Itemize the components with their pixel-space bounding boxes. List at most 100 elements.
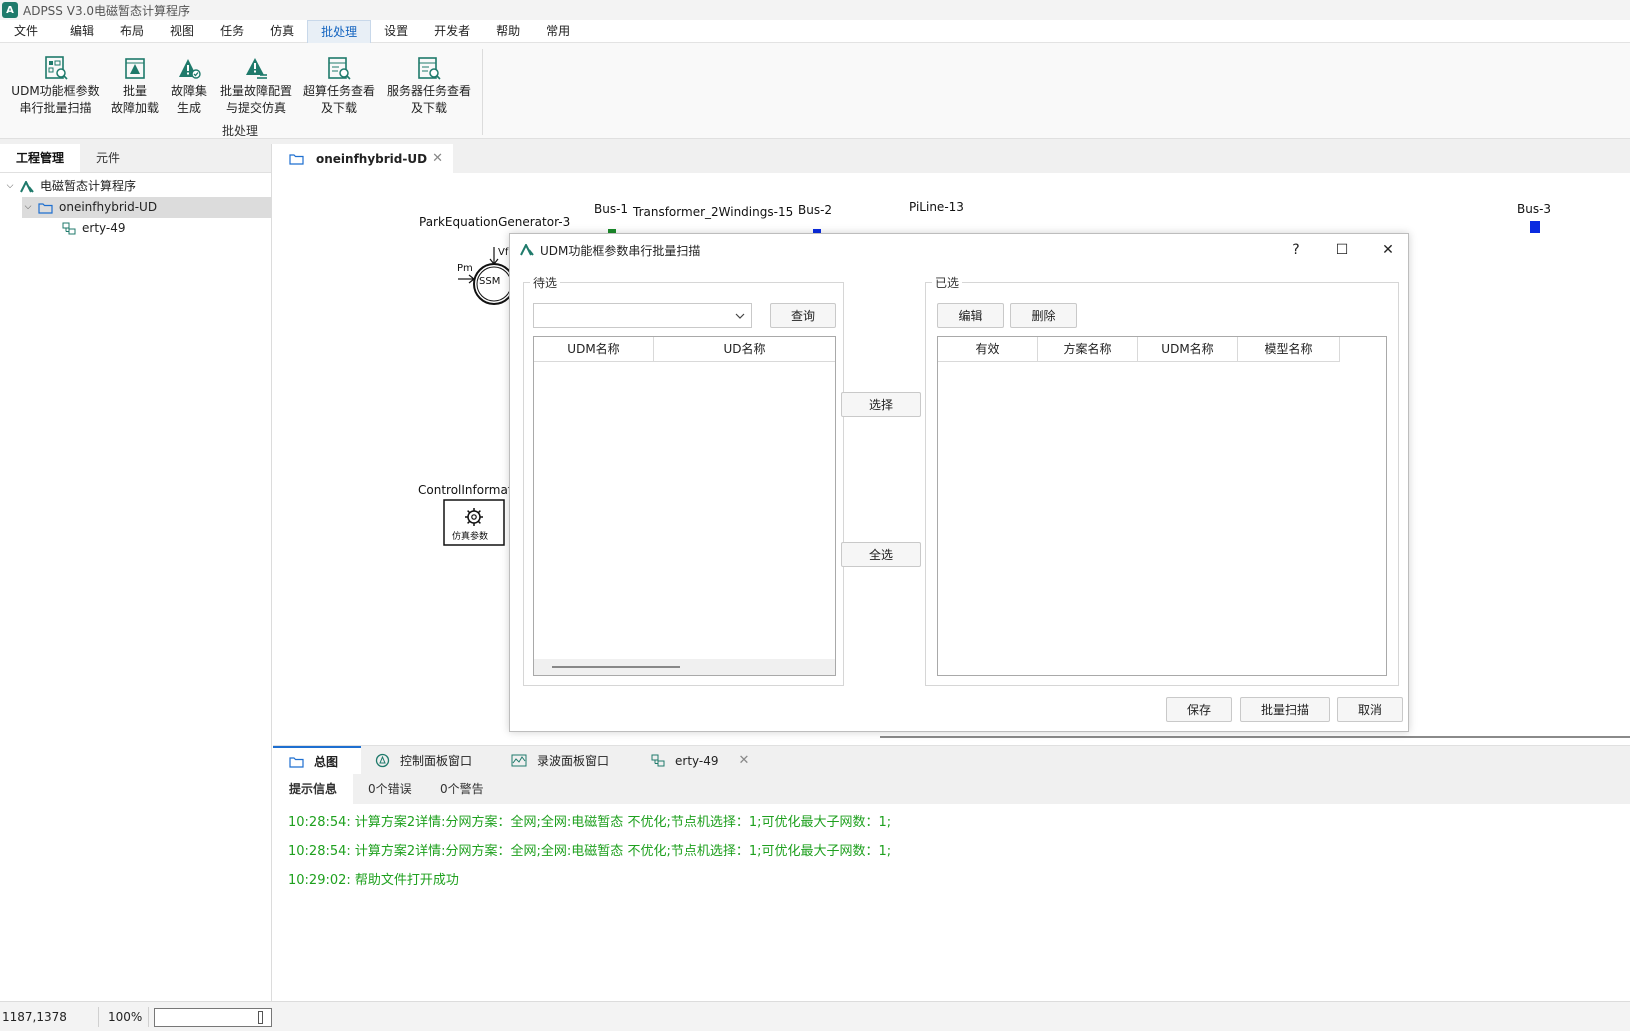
selected-group-title: 已选	[932, 274, 963, 291]
menu-developer[interactable]: 开发者	[421, 20, 483, 43]
app-logo-icon	[20, 180, 34, 193]
menu-simulation[interactable]: 仿真	[257, 20, 307, 43]
dialog-title: UDM功能框参数串行批量扫描	[540, 243, 701, 258]
menu-common[interactable]: 常用	[533, 20, 583, 43]
save-button[interactable]: 保存	[1166, 697, 1232, 722]
tree-item-diagram[interactable]: erty-49	[60, 218, 260, 239]
maximize-button[interactable]: ☐	[1330, 240, 1354, 260]
select-all-button[interactable]: 全选	[841, 542, 921, 567]
close-button[interactable]: ✕	[1376, 240, 1400, 260]
zoom-slider[interactable]	[154, 1008, 272, 1027]
help-button[interactable]: ?	[1284, 240, 1308, 260]
fault-set-generate-button[interactable]: 故障集 生成	[166, 55, 212, 117]
canvas-scrollbar[interactable]	[880, 736, 1630, 738]
selected-table[interactable]: 有效 方案名称 UDM名称 模型名称	[937, 336, 1387, 676]
dial-icon	[375, 753, 390, 768]
log-message: 10:28:54: 计算方案2详情:分网方案：全网;全网:电磁暂态 不优化;节点…	[288, 844, 892, 859]
batch-fault-load-button[interactable]: 批量 故障加载	[109, 55, 161, 117]
waveform-icon	[511, 754, 527, 767]
server-task-button[interactable]: 服务器任务查看 及下载	[384, 55, 474, 117]
ribbon-label: 批量	[122, 84, 147, 98]
close-icon[interactable]: ✕	[739, 753, 750, 768]
cursor-coordinates: 1187,1378	[2, 1010, 67, 1024]
select-button[interactable]: 选择	[841, 392, 921, 417]
batch-scan-button[interactable]: 批量扫描	[1240, 697, 1330, 722]
tab-label: 录波面板窗口	[537, 754, 610, 768]
chevron-down-icon[interactable]: ⌵	[4, 176, 16, 197]
col-scheme-name[interactable]: 方案名称	[1038, 337, 1138, 362]
supercomputer-task-button[interactable]: 超算任务查看 及下载	[301, 55, 377, 117]
ribbon-label: 超算任务查看	[302, 84, 375, 98]
tree-item-label: 电磁暂态计算程序	[40, 179, 137, 193]
udm-scan-icon	[44, 56, 68, 80]
tab-components[interactable]: 元件	[80, 144, 136, 172]
pending-table-header: UDM名称 UD名称	[534, 337, 835, 362]
fault-set-icon	[179, 59, 201, 79]
ribbon-label: 与提交仿真	[225, 101, 286, 115]
cancel-button[interactable]: 取消	[1337, 697, 1403, 722]
query-button[interactable]: 查询	[770, 303, 836, 328]
bus-3-marker[interactable]	[1530, 221, 1540, 233]
menu-view[interactable]: 视图	[157, 20, 207, 43]
menu-file[interactable]: 文件	[0, 20, 51, 43]
slider-thumb[interactable]	[258, 1011, 263, 1024]
col-ud-name[interactable]: UD名称	[654, 337, 835, 362]
title-bar: A ADPSS V3.0电磁暂态计算程序	[0, 0, 1630, 20]
tab-oneinfhybrid[interactable]: oneinfhybrid-UD ✕	[273, 144, 453, 173]
menu-settings[interactable]: 设置	[371, 20, 421, 43]
delete-button[interactable]: 删除	[1010, 303, 1077, 328]
tab-project-management[interactable]: 工程管理	[0, 144, 81, 172]
fault-load-icon	[125, 58, 145, 79]
edit-button[interactable]: 编辑	[937, 303, 1004, 328]
tab-waveform-panel[interactable]: 录波面板窗口	[511, 746, 609, 775]
close-icon[interactable]: ✕	[432, 151, 443, 166]
bottom-tabs: 总图 控制面板窗口 录波面板窗口 erty-49 ✕	[273, 745, 1630, 775]
batch-fault-config-button[interactable]: 批量故障配置 与提交仿真	[218, 55, 294, 117]
ribbon-label: 批量故障配置	[219, 84, 292, 98]
tab-errors[interactable]: 0个错误	[352, 774, 428, 804]
pending-group: 待选 查询 UDM名称 UD名称	[523, 274, 844, 686]
tree-item-label: oneinfhybrid-UD	[59, 200, 158, 214]
sim-params-label: 仿真参数	[452, 532, 489, 542]
col-model-name[interactable]: 模型名称	[1238, 337, 1340, 362]
menu-layout[interactable]: 布局	[107, 20, 157, 43]
col-udm-name[interactable]: UDM名称	[1138, 337, 1238, 362]
chevron-down-icon[interactable]: ⌵	[22, 197, 34, 218]
tab-control-panel[interactable]: 控制面板窗口	[375, 746, 472, 775]
udm-filter-combo[interactable]	[533, 303, 752, 328]
server-task-icon	[418, 57, 441, 80]
diagram-icon	[62, 222, 76, 235]
scrollbar-thumb[interactable]	[552, 666, 680, 668]
pm-label: Pm	[457, 263, 473, 274]
menu-help[interactable]: 帮助	[483, 20, 533, 43]
tree-item-program[interactable]: ⌵ 电磁暂态计算程序	[4, 176, 271, 197]
udm-batch-scan-dialog: UDM功能框参数串行批量扫描 ? ☐ ✕ 待选 查询 UDM名称 UD名称 选择…	[509, 233, 1409, 732]
app-logo-icon	[520, 244, 534, 256]
ribbon-label: 串行批量扫描	[19, 101, 92, 115]
col-udm-name[interactable]: UDM名称	[534, 337, 654, 362]
menu-batch[interactable]: 批处理	[307, 20, 372, 43]
ribbon-separator	[482, 49, 483, 135]
bus-1-label: Bus-1	[594, 202, 629, 216]
bus-2-label: Bus-2	[798, 203, 833, 217]
vf-label: Vf	[498, 247, 509, 258]
tab-info[interactable]: 提示信息	[273, 774, 354, 804]
col-valid[interactable]: 有效	[938, 337, 1038, 362]
tab-warnings[interactable]: 0个警告	[424, 774, 500, 804]
dialog-titlebar[interactable]: UDM功能框参数串行批量扫描	[510, 234, 1408, 266]
pending-table[interactable]: UDM名称 UD名称	[533, 336, 836, 676]
tab-overview[interactable]: 总图	[273, 746, 361, 775]
menu-task[interactable]: 任务	[207, 20, 257, 43]
ribbon: UDM功能框参数 串行批量扫描 批量 故障加载 故障集 生成 批量故障配置 与提…	[0, 43, 1630, 139]
tree-item-project[interactable]: ⌵ oneinfhybrid-UD	[22, 197, 271, 218]
pending-table-scrollbar[interactable]	[534, 659, 835, 675]
menu-edit[interactable]: 编辑	[57, 20, 107, 43]
udm-batch-scan-button[interactable]: UDM功能框参数 串行批量扫描	[8, 55, 103, 117]
piline-label: PiLine-13	[909, 200, 964, 214]
menu-bar: 文件 编辑 布局 视图 任务 仿真 批处理 设置 开发者 帮助 常用	[0, 20, 1630, 43]
tab-erty-49[interactable]: erty-49 ✕	[651, 746, 749, 775]
fault-config-icon	[246, 58, 267, 79]
chevron-down-icon[interactable]	[729, 304, 751, 327]
folder-icon	[38, 202, 53, 214]
status-divider	[98, 1007, 99, 1027]
